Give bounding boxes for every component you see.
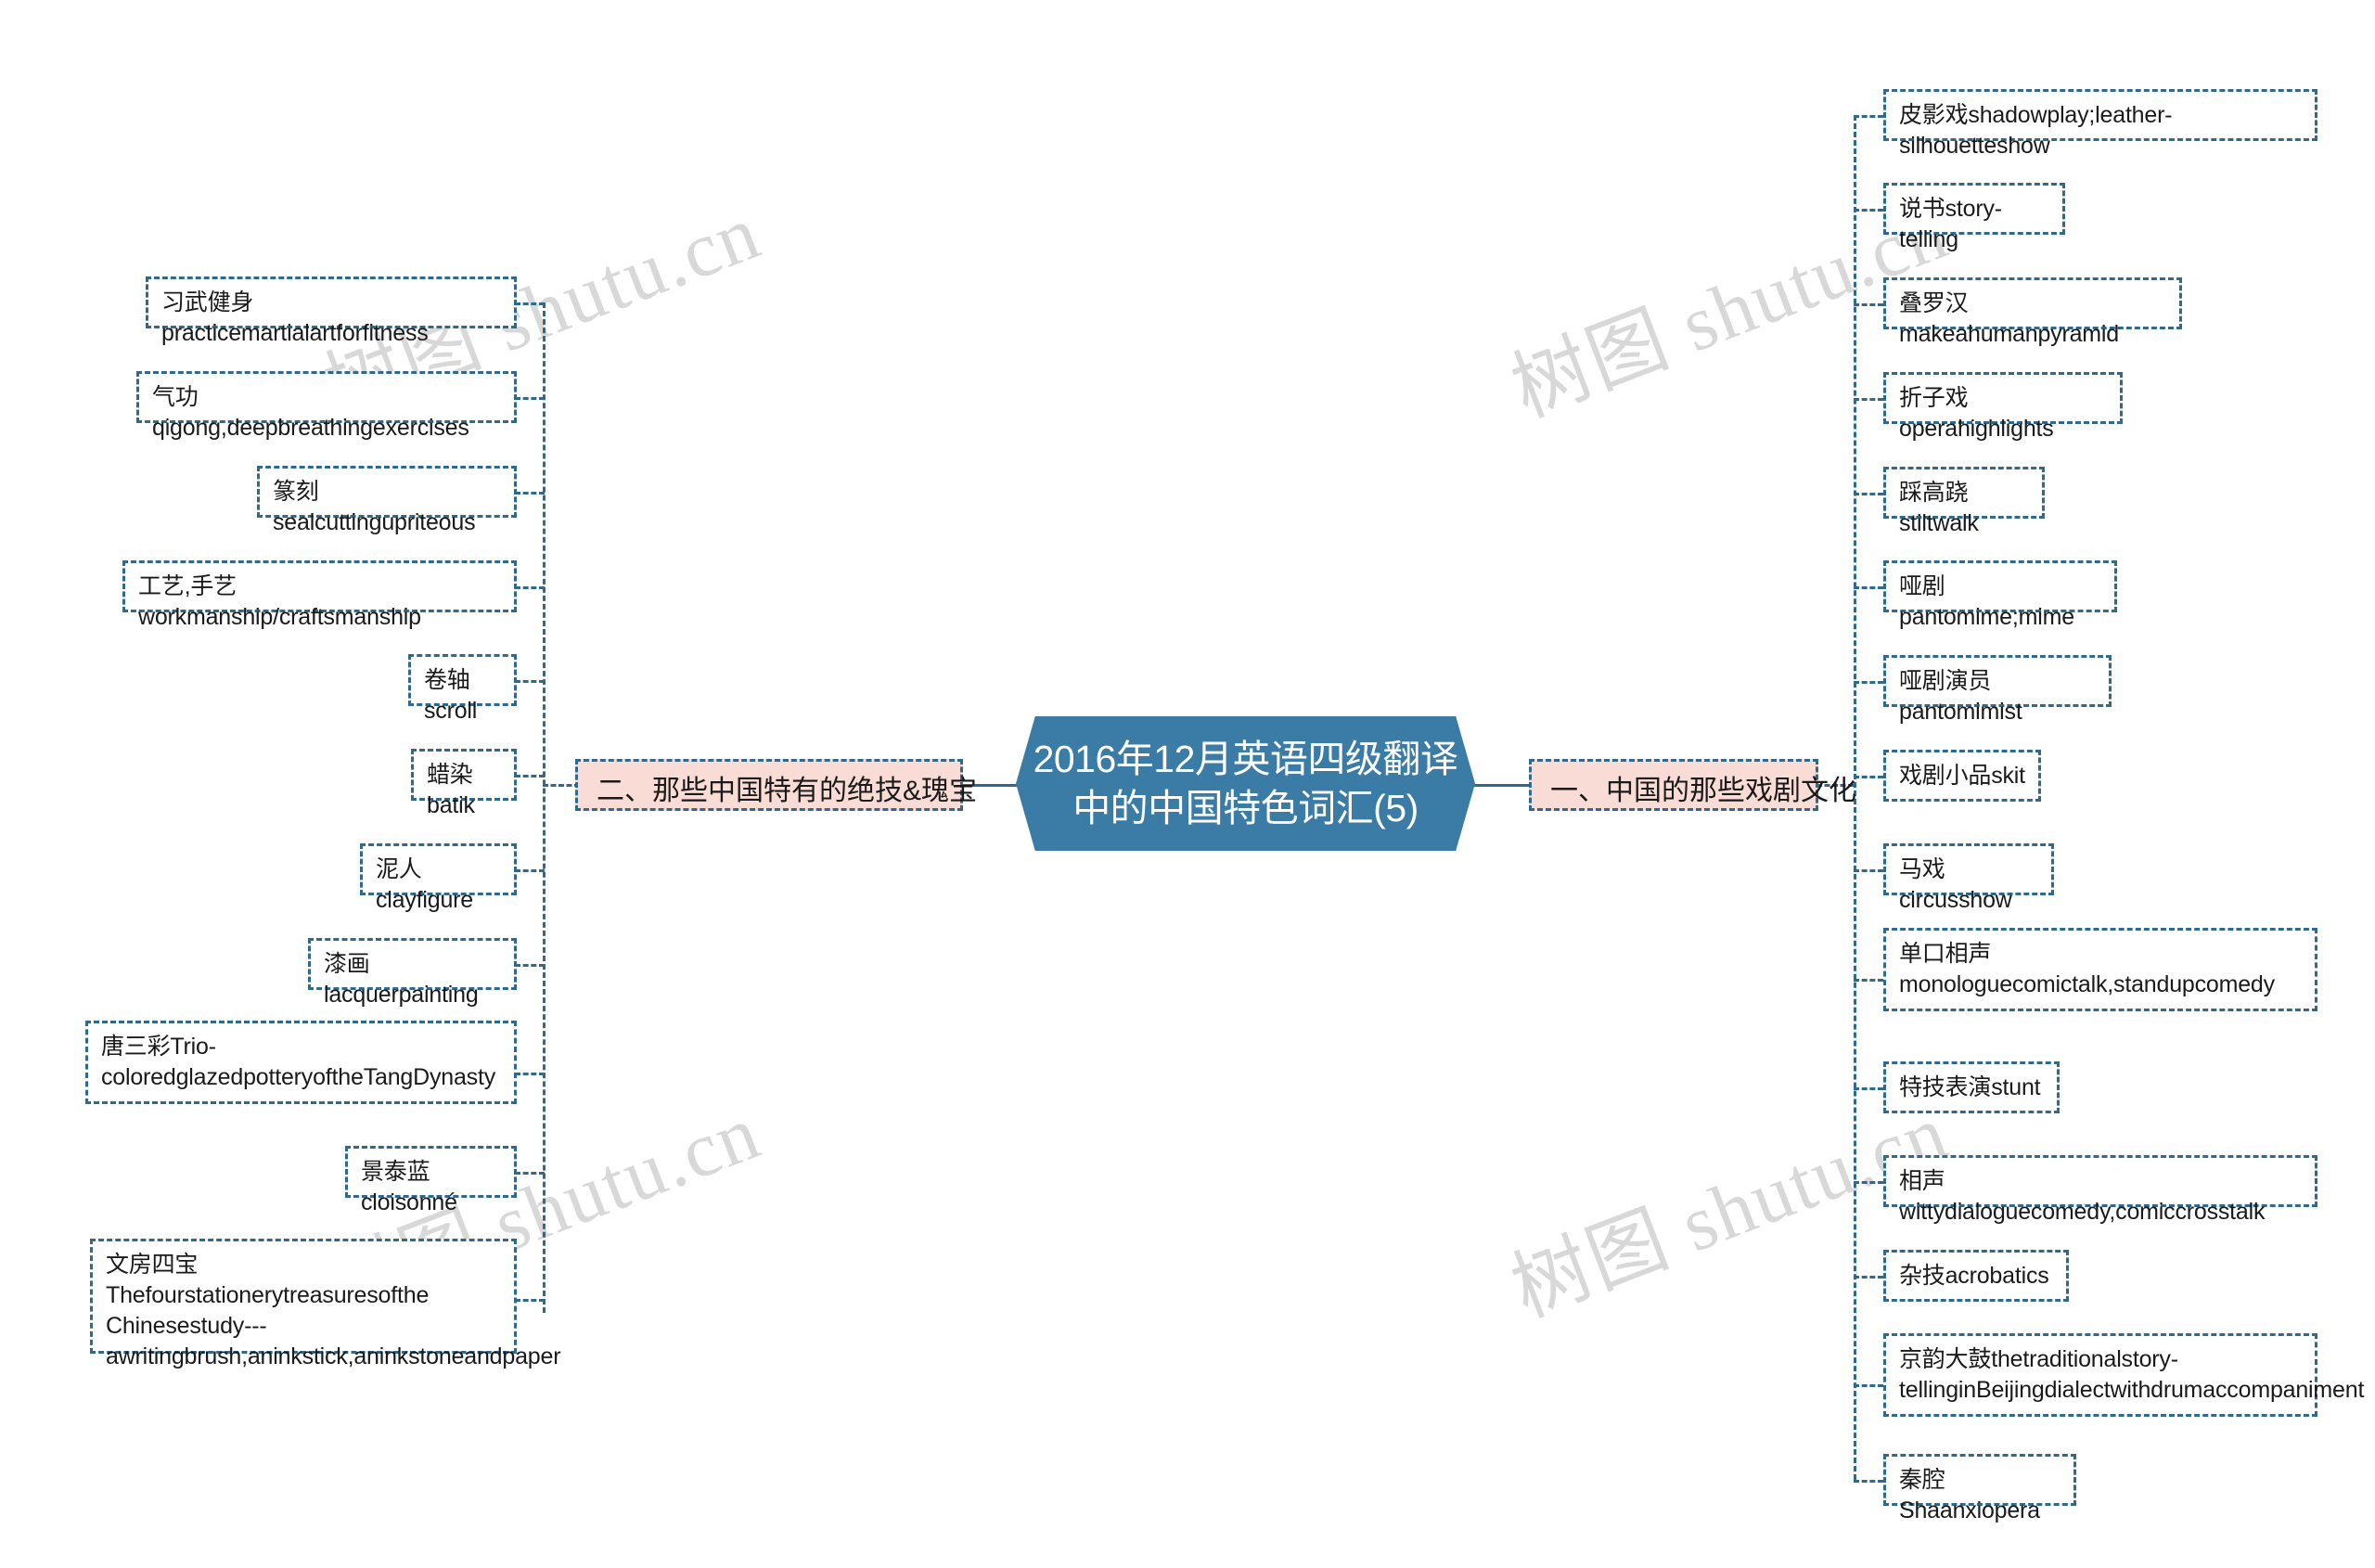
- leaf-stub-right: [1854, 115, 1883, 118]
- leaf-stub-left: [515, 586, 545, 589]
- root-node-label: 2016年12月英语四级翻译 中的中国特色词汇(5): [1033, 737, 1458, 829]
- leaf-stub-left: [515, 964, 545, 967]
- leaf-stub-right: [1854, 303, 1883, 306]
- leaf-node-right[interactable]: 折子戏operahighlights: [1883, 372, 2123, 442]
- leaf-node-left[interactable]: 卷轴scroll: [408, 654, 517, 724]
- leaf-node-right[interactable]: 特技表演stunt: [1883, 1061, 2060, 1113]
- leaf-stub-left: [515, 1299, 545, 1302]
- leaf-stub-right: [1854, 586, 1883, 589]
- leaf-label: 折子戏operahighlights: [1899, 385, 2054, 442]
- leaf-label: 马戏circusshow: [1899, 856, 2012, 913]
- leaf-stub-left: [515, 397, 545, 400]
- leaf-stub-right: [1854, 1087, 1883, 1090]
- leaf-node-right[interactable]: 皮影戏shadowplay;leather-silhouetteshow: [1883, 89, 2317, 159]
- leaf-label: 戏剧小品skit: [1899, 763, 2025, 789]
- leaf-stub-left: [515, 775, 545, 778]
- leaf-label: 文房四宝Thefourstationerytreasuresofthe Chin…: [106, 1252, 561, 1369]
- leaf-node-right[interactable]: 哑剧pantomime;mime: [1883, 560, 2117, 630]
- leaf-label: 杂技acrobatics: [1899, 1263, 2049, 1289]
- leaf-stub-right: [1854, 1384, 1883, 1387]
- leaf-stub-right: [1854, 1276, 1883, 1279]
- leaf-label: 唐三彩Trio-coloredglazedpotteryoftheTangDyn…: [101, 1034, 496, 1090]
- leaf-label: 说书story-telling: [1899, 196, 2002, 252]
- leaf-node-right[interactable]: 杂技acrobatics: [1883, 1250, 2069, 1302]
- leaf-stub-left: [515, 1073, 545, 1075]
- leaf-label: 蜡染batik: [427, 762, 475, 818]
- leaf-node-left[interactable]: 气功qigong,deepbreathingexercises: [136, 371, 517, 441]
- leaf-stub-left: [515, 492, 545, 495]
- leaf-stub-left: [515, 1172, 545, 1175]
- branch-left-stub: [543, 784, 580, 787]
- leaf-label: 漆画lacquerpainting: [324, 951, 479, 1008]
- leaf-node-right[interactable]: 戏剧小品skit: [1883, 750, 2041, 802]
- branch-left-label: 二、那些中国特有的绝技&瑰宝: [597, 776, 978, 806]
- leaf-stub-right: [1854, 398, 1883, 401]
- leaf-stub-right: [1854, 1480, 1883, 1483]
- leaf-label: 泥人clayfigure: [376, 856, 473, 913]
- leaf-node-right[interactable]: 秦腔Shaanxiopera: [1883, 1454, 2076, 1523]
- leaf-stub-left: [515, 680, 545, 683]
- mindmap-canvas: 树图 shutu.cn 树图 shutu.cn 树图 shutu.cn 树图 s…: [0, 0, 2375, 1568]
- leaf-label: 叠罗汉makeahumanpyramid: [1899, 290, 2119, 347]
- leaf-node-right[interactable]: 单口相声monologuecomictalk,standupcomedy: [1883, 928, 2317, 1011]
- branch-right-label: 一、中国的那些戏剧文化: [1550, 776, 1856, 806]
- leaf-label: 卷轴scroll: [424, 667, 478, 724]
- leaf-label: 工艺,手艺workmanship/craftsmanship: [138, 573, 421, 630]
- root-node[interactable]: 2016年12月英语四级翻译 中的中国特色词汇(5): [1016, 716, 1475, 851]
- leaf-node-left[interactable]: 唐三彩Trio-coloredglazedpotteryoftheTangDyn…: [85, 1021, 517, 1104]
- leaf-node-left[interactable]: 工艺,手艺workmanship/craftsmanship: [122, 560, 517, 630]
- leaf-stub-right: [1854, 776, 1883, 778]
- leaf-label: 篆刻sealcuttingupriteous: [273, 479, 476, 535]
- leaf-node-left[interactable]: 漆画lacquerpainting: [308, 938, 517, 1008]
- leaf-label: 哑剧演员pantomimist: [1899, 668, 2022, 725]
- leaf-label: 相声wittydialoguecomedy,comiccrosstalk: [1899, 1168, 2266, 1225]
- leaf-stub-left: [515, 302, 545, 305]
- leaf-stub-right: [1854, 209, 1883, 212]
- leaf-node-left[interactable]: 篆刻sealcuttingupriteous: [257, 466, 517, 535]
- leaf-label: 皮影戏shadowplay;leather-silhouetteshow: [1899, 102, 2173, 159]
- leaf-node-right[interactable]: 相声wittydialoguecomedy,comiccrosstalk: [1883, 1155, 2317, 1225]
- leaf-node-left[interactable]: 文房四宝Thefourstationerytreasuresofthe Chin…: [90, 1239, 561, 1369]
- branch-node-left[interactable]: 二、那些中国特有的绝技&瑰宝: [575, 759, 977, 811]
- leaf-node-right[interactable]: 叠罗汉makeahumanpyramid: [1883, 277, 2182, 347]
- leaf-node-right[interactable]: 说书story-telling: [1883, 183, 2065, 252]
- leaf-label: 单口相声monologuecomictalk,standupcomedy: [1899, 941, 2275, 997]
- leaf-stub-right: [1854, 979, 1883, 982]
- leaf-stub-right: [1854, 1181, 1883, 1184]
- leaf-label: 京韵大鼓thetraditionalstory-tellinginBeijing…: [1899, 1346, 2365, 1403]
- left-spine: [543, 302, 546, 1313]
- leaf-node-left[interactable]: 蜡染batik: [411, 749, 517, 818]
- leaf-node-right[interactable]: 哑剧演员pantomimist: [1883, 655, 2112, 725]
- leaf-label: 秦腔Shaanxiopera: [1899, 1467, 2040, 1523]
- branch-node-right[interactable]: 一、中国的那些戏剧文化: [1529, 759, 1856, 811]
- leaf-label: 哑剧pantomime;mime: [1899, 573, 2074, 630]
- leaf-label: 气功qigong,deepbreathingexercises: [152, 384, 469, 441]
- leaf-label: 景泰蓝cloisonné: [361, 1159, 457, 1215]
- leaf-stub-right: [1854, 493, 1883, 495]
- leaf-node-right[interactable]: 京韵大鼓thetraditionalstory-tellinginBeijing…: [1883, 1333, 2364, 1417]
- leaf-node-left[interactable]: 泥人clayfigure: [360, 843, 517, 913]
- leaf-node-right[interactable]: 踩高跷stiltwalk: [1883, 467, 2045, 536]
- leaf-node-left[interactable]: 景泰蓝cloisonné: [345, 1146, 517, 1215]
- leaf-stub-left: [515, 869, 545, 872]
- leaf-stub-right: [1854, 681, 1883, 684]
- leaf-label: 特技表演stunt: [1899, 1074, 2041, 1100]
- leaf-node-left[interactable]: 习武健身practicemartialartforfitness: [146, 276, 517, 346]
- leaf-label: 习武健身practicemartialartforfitness: [161, 289, 429, 346]
- leaf-stub-right: [1854, 869, 1883, 872]
- leaf-label: 踩高跷stiltwalk: [1899, 480, 1979, 536]
- leaf-node-right[interactable]: 马戏circusshow: [1883, 843, 2054, 913]
